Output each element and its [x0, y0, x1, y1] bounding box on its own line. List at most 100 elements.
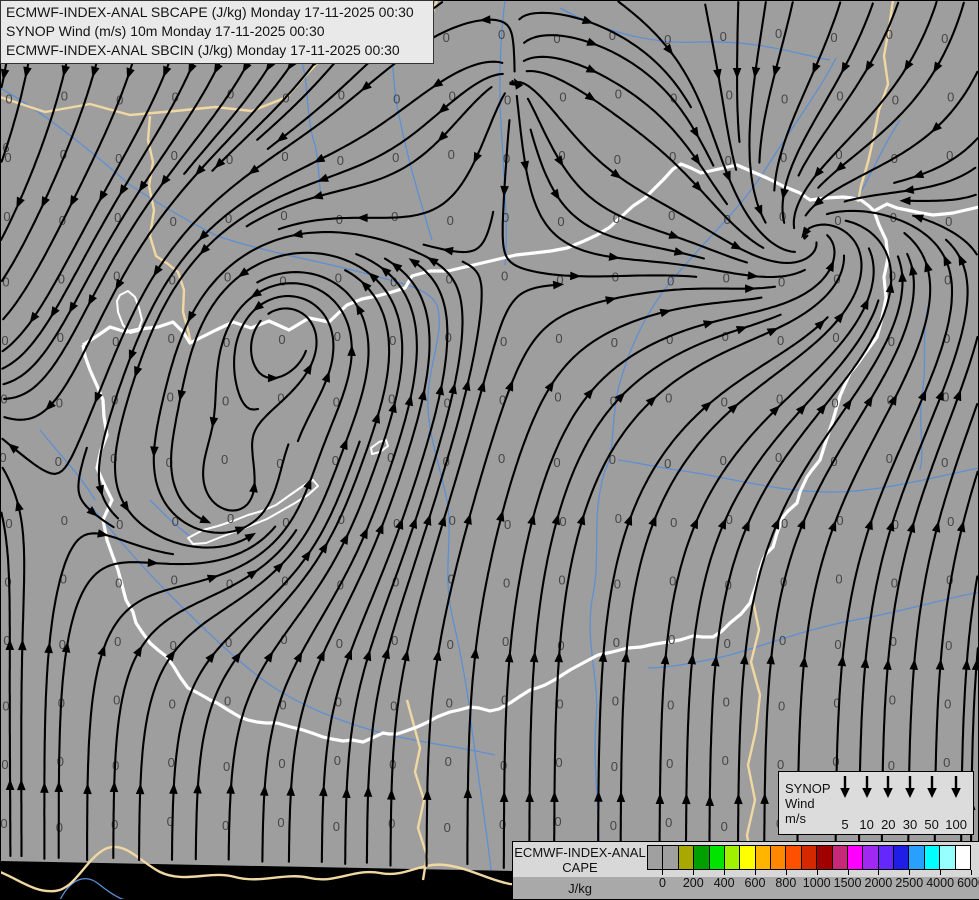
cape-color-bar	[647, 845, 971, 870]
station-value: 0	[113, 693, 120, 708]
station-value: 0	[169, 697, 176, 712]
station-value: 0	[558, 572, 565, 587]
station-value: 0	[61, 89, 68, 104]
station-value: 0	[720, 29, 727, 44]
station-value: 0	[278, 332, 285, 347]
cape-tick	[724, 870, 726, 875]
title-line-sbcape: ECMWF-INDEX-ANAL SBCAPE (J/kg) Monday 17…	[6, 4, 414, 20]
station-value: 0	[667, 698, 674, 713]
station-value: 0	[168, 331, 175, 346]
station-value: 0	[722, 329, 729, 344]
cape-color-cell	[677, 845, 695, 870]
station-value: 0	[222, 394, 229, 409]
station-value: 0	[724, 636, 731, 651]
wind-speed-column: 30	[902, 775, 918, 832]
station-value: 0	[721, 819, 728, 834]
station-value: 0	[615, 511, 622, 526]
cape-tick	[847, 870, 849, 875]
cape-tick	[909, 870, 911, 875]
station-value: 0	[554, 390, 561, 405]
wind-speed-column: 100	[945, 775, 967, 832]
station-value: 0	[947, 514, 954, 529]
station-value: 0	[500, 334, 507, 349]
cape-tick-labels: 0 200 400 600 800 100015002000250040006000	[647, 870, 979, 898]
cape-color-cell	[800, 845, 818, 870]
station-value: 0	[336, 636, 343, 651]
cape-color-cell	[908, 845, 925, 870]
cape-tick-label: 2000	[864, 876, 893, 890]
wind-speed-value: 5	[841, 817, 849, 832]
cape-tick-label: 600	[744, 876, 766, 890]
cape-color-cell	[893, 845, 910, 870]
wind-legend-label: SYNOP Wind m/s	[785, 775, 837, 832]
cape-legend-parameter: CAPE	[562, 860, 598, 875]
cape-color-cell	[923, 845, 941, 870]
cape-tick	[878, 870, 880, 875]
station-value: 0	[280, 208, 287, 223]
station-value: 0	[337, 153, 344, 168]
station-value: 0	[498, 27, 505, 42]
cape-legend-unit: J/kg	[568, 881, 592, 896]
cape-color-cell	[939, 845, 956, 870]
title-box: ECMWF-INDEX-ANAL SBCAPE (J/kg) Monday 17…	[0, 0, 434, 64]
station-value: 0	[947, 90, 954, 105]
station-value: 0	[57, 754, 64, 769]
station-value: 0	[614, 152, 621, 167]
station-value: 0	[836, 89, 843, 104]
station-value: 0	[835, 571, 842, 586]
cape-tick	[971, 870, 972, 875]
station-value: 0	[58, 271, 65, 286]
cape-tick-label: 400	[713, 876, 735, 890]
station-value: 0	[830, 30, 837, 45]
station-value: 0	[447, 637, 454, 652]
cape-color-cell	[816, 845, 833, 870]
cape-tick	[754, 870, 756, 875]
station-value: 0	[171, 148, 178, 163]
cape-color-cell	[862, 845, 879, 870]
station-value: 0	[832, 330, 839, 345]
station-value: 0	[504, 517, 511, 532]
wind-speed-value: 100	[945, 817, 967, 832]
down-arrow-icon	[926, 776, 937, 798]
cape-tick-label: 4000	[926, 876, 955, 890]
station-value: 0	[725, 153, 732, 168]
station-value: 0	[831, 396, 838, 411]
wind-speed-value: 50	[924, 817, 939, 832]
wind-speed-column: 50	[924, 775, 940, 832]
station-value: 0	[555, 331, 562, 346]
station-value: 0	[170, 214, 177, 229]
cape-color-cell	[723, 845, 741, 870]
station-value: 0	[554, 814, 561, 829]
station-value: 0	[778, 699, 785, 714]
station-value: 0	[777, 757, 784, 772]
cape-color-cell	[877, 845, 894, 870]
wind-speed-column: 5	[837, 775, 853, 832]
cape-tick-label: 800	[775, 876, 797, 890]
title-line-synop-wind: SYNOP Wind (m/s) 10m Monday 17-11-2025 0…	[6, 23, 325, 39]
wind-speed-column: 20	[880, 775, 896, 832]
wind-legend-scale: 5 10 20 30 50 100	[837, 775, 967, 832]
station-value: 0	[892, 93, 899, 108]
station-value: 0	[941, 31, 948, 46]
title-line-sbcin: ECMWF-INDEX-ANAL SBCIN (J/kg) Monday 17-…	[6, 42, 400, 58]
station-value: 0	[834, 637, 841, 652]
cape-color-cell	[662, 845, 679, 870]
station-value: 0	[221, 452, 228, 467]
station-value: 0	[502, 634, 509, 649]
station-value: 0	[167, 390, 174, 405]
station-value: 0	[281, 149, 288, 164]
station-value: 0	[223, 759, 230, 774]
wind-speed-value: 10	[859, 817, 874, 832]
station-value: 0	[111, 817, 118, 832]
station-value: 0	[391, 209, 398, 224]
station-value: 0	[333, 819, 340, 834]
down-arrow-icon	[951, 776, 961, 798]
station-value: 0	[726, 88, 733, 103]
station-value: 0	[721, 395, 728, 410]
station-value: 0	[941, 455, 948, 470]
station-value: 0	[557, 214, 564, 229]
station-value: 0	[227, 511, 234, 526]
station-value: 0	[5, 516, 12, 531]
cape-tick-label: 1500	[833, 876, 862, 890]
station-value: 0	[115, 575, 122, 590]
